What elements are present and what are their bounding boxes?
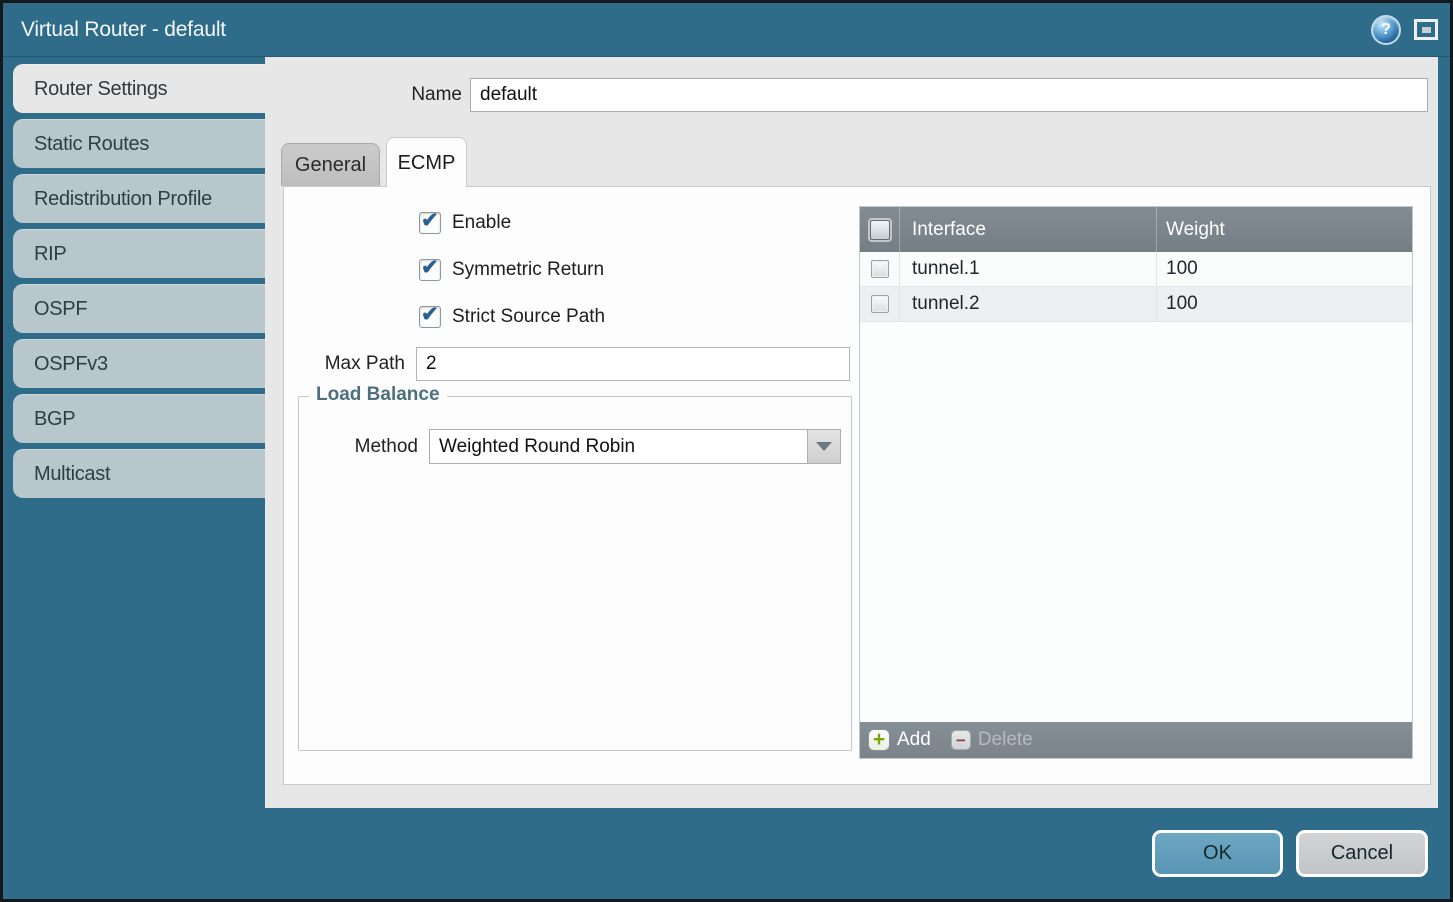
delete-button[interactable]: − Delete (951, 729, 1033, 751)
load-balance-legend: Load Balance (309, 384, 447, 406)
table-footer: + Add − Delete (860, 722, 1412, 758)
interface-cell: tunnel.2 (900, 287, 1157, 321)
load-balance-group: Load Balance Method Weighted Round Robin (298, 396, 852, 751)
strict-source-path-checkbox[interactable]: ✔ (419, 306, 441, 328)
add-button[interactable]: + Add (868, 729, 931, 751)
checkmark-icon: ✔ (421, 209, 439, 233)
dialog-title: Virtual Router - default (21, 18, 1373, 42)
row-checkbox[interactable] (871, 260, 889, 278)
table-empty-area (860, 322, 1412, 722)
window-restore-icon[interactable] (1414, 19, 1438, 40)
name-label: Name (265, 78, 462, 112)
chevron-down-icon (816, 442, 832, 451)
max-path-input[interactable] (416, 347, 850, 381)
titlebar-icons: ? (1373, 17, 1438, 43)
symmetric-return-row: ✔ Symmetric Return (419, 259, 604, 281)
symmetric-return-label: Symmetric Return (452, 259, 604, 281)
method-dropdown[interactable]: Weighted Round Robin (429, 429, 841, 464)
row-checkbox-cell (860, 252, 900, 286)
method-label: Method (299, 429, 418, 464)
interface-cell: tunnel.1 (900, 252, 1157, 286)
window-restore-inner (1422, 27, 1431, 33)
enable-row: ✔ Enable (419, 212, 511, 234)
ok-button[interactable]: OK (1152, 830, 1283, 877)
column-header-weight[interactable]: Weight (1157, 207, 1412, 252)
virtual-router-dialog: Virtual Router - default ? Router Settin… (0, 0, 1453, 902)
minus-icon: − (951, 730, 971, 750)
table-row-tunnel-1[interactable]: tunnel.1 100 (860, 252, 1412, 287)
main-panel: Name General ECMP ✔ Enable ✔ Symmetric R… (265, 57, 1438, 808)
name-input[interactable] (470, 78, 1428, 112)
row-checkbox[interactable] (871, 295, 889, 313)
help-icon[interactable]: ? (1373, 17, 1399, 43)
table-header: Interface Weight (860, 207, 1412, 252)
strict-source-path-row: ✔ Strict Source Path (419, 306, 605, 328)
header-checkbox-cell (860, 207, 900, 252)
dropdown-arrow-button[interactable] (807, 430, 840, 463)
ecmp-panel: ✔ Enable ✔ Symmetric Return ✔ Strict Sou… (283, 186, 1431, 785)
row-checkbox-cell (860, 287, 900, 321)
strict-source-path-label: Strict Source Path (452, 306, 605, 328)
add-button-label: Add (897, 729, 931, 751)
sidebar-item-router-settings[interactable]: Router Settings (13, 64, 265, 113)
weight-cell: 100 (1157, 287, 1412, 321)
delete-button-label: Delete (978, 729, 1033, 751)
sidebar-item-bgp[interactable]: BGP (13, 394, 265, 443)
sidebar: Router Settings Static Routes Redistribu… (3, 57, 265, 899)
sidebar-item-static-routes[interactable]: Static Routes (13, 119, 265, 168)
interface-table: Interface Weight tunnel.1 100 tunnel.2 1… (859, 206, 1413, 759)
help-glyph: ? (1381, 21, 1391, 39)
sidebar-item-ospfv3[interactable]: OSPFv3 (13, 339, 265, 388)
sidebar-item-rip[interactable]: RIP (13, 229, 265, 278)
table-row-tunnel-2[interactable]: tunnel.2 100 (860, 287, 1412, 322)
method-value: Weighted Round Robin (430, 430, 807, 463)
checkmark-icon: ✔ (421, 256, 439, 280)
tab-general[interactable]: General (281, 143, 380, 186)
select-all-checkbox[interactable] (870, 220, 890, 240)
dialog-titlebar: Virtual Router - default ? (3, 3, 1450, 57)
symmetric-return-checkbox[interactable]: ✔ (419, 259, 441, 281)
enable-label: Enable (452, 212, 511, 234)
max-path-label: Max Path (284, 347, 405, 381)
checkmark-icon: ✔ (421, 303, 439, 327)
plus-icon: + (868, 729, 890, 751)
column-header-interface[interactable]: Interface (900, 207, 1157, 252)
sidebar-item-redistribution-profile[interactable]: Redistribution Profile (13, 174, 265, 223)
tab-ecmp[interactable]: ECMP (386, 137, 467, 187)
enable-checkbox[interactable]: ✔ (419, 212, 441, 234)
weight-cell: 100 (1157, 252, 1412, 286)
sidebar-item-ospf[interactable]: OSPF (13, 284, 265, 333)
sidebar-item-multicast[interactable]: Multicast (13, 449, 265, 498)
cancel-button[interactable]: Cancel (1296, 830, 1428, 877)
